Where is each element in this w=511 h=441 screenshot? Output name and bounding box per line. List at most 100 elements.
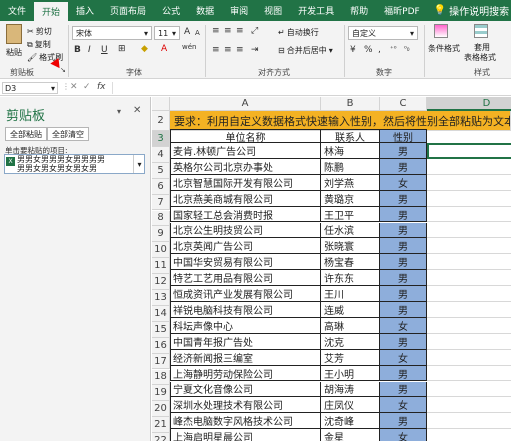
align-middle-icon[interactable]: ≡ [224,26,232,36]
close-icon[interactable]: ✕ [133,105,141,116]
row-header-21[interactable]: 21 [152,417,170,434]
comma-button[interactable]: , [378,45,381,55]
row-header-16[interactable]: 16 [152,337,170,354]
borders-icon[interactable]: ⊞ [118,44,126,54]
gender-cell[interactable]: 男 [380,413,427,430]
row-header-13[interactable]: 13 [152,290,170,306]
increase-decimal-icon[interactable]: ⁺⁰ [390,45,397,53]
gender-cell[interactable]: 男 [380,158,427,175]
enter-icon[interactable]: ✓ [83,82,91,92]
gender-cell[interactable]: 女 [380,429,427,441]
company-name-cell[interactable]: 中国华安贸易有限公司 [170,254,321,271]
contact-cell[interactable]: 林海 [321,143,380,159]
empty-cell[interactable] [427,397,511,414]
currency-icon[interactable]: ¥ [350,45,356,55]
gender-cell[interactable]: 男 [380,254,427,271]
gender-cell[interactable]: 女 [380,174,427,191]
gender-cell[interactable]: 男 [380,206,427,223]
row-header-15[interactable]: 15 [152,321,170,338]
row-header-22[interactable]: 22 [152,433,170,441]
contact-cell[interactable]: 金星 [321,429,380,441]
company-name-cell[interactable]: 国家轻工总会消费时报 [170,206,321,223]
shrink-font-button[interactable]: A [195,29,200,37]
empty-cell[interactable] [427,207,511,223]
gender-cell[interactable]: 男 [380,302,427,318]
contact-cell[interactable]: 王小明 [321,365,380,382]
empty-cell[interactable] [427,350,511,366]
contact-cell[interactable]: 沈克 [321,333,380,350]
contact-cell[interactable]: 沈奇峰 [321,413,380,430]
company-name-cell[interactable]: 北京英闻广告公司 [170,238,321,255]
row-header-10[interactable]: 10 [152,242,170,259]
contact-cell[interactable]: 高琳 [321,317,380,334]
column-header-B[interactable]: B [321,97,380,111]
contact-cell[interactable]: 胡海涛 [321,381,380,398]
grow-font-button[interactable]: A [184,27,190,37]
row-header-11[interactable]: 11 [152,258,170,275]
row-header-17[interactable]: 17 [152,353,170,370]
company-name-cell[interactable]: 经济新闻报三编室 [170,349,321,366]
menu-tab-0[interactable]: 文件 [0,0,34,21]
column-header-D[interactable]: D [427,97,511,111]
row-header-2[interactable]: 2 [152,111,170,131]
clear-all-button[interactable]: 全部清空 [47,127,89,141]
row-header-9[interactable]: 9 [152,226,170,243]
column-header-A[interactable]: A [170,97,321,111]
company-name-cell[interactable]: 宁夏文化音像公司 [170,381,321,398]
empty-cell[interactable] [427,366,511,382]
contact-cell[interactable]: 任水滨 [321,222,380,239]
company-name-cell[interactable]: 北京燕美商城有限公司 [170,190,321,207]
company-name-cell[interactable]: 深圳水处理技术有限公司 [170,397,321,414]
font-color-icon[interactable]: A [161,44,167,54]
font-size-select[interactable]: 11 ▾ [154,26,180,40]
row-header-14[interactable]: 14 [152,305,170,322]
company-name-cell[interactable]: 祥锐电脑科技有限公司 [170,302,321,318]
paste-all-button[interactable]: 全部粘贴 [5,127,47,141]
paste-button[interactable]: 粘贴 [6,47,22,58]
company-name-cell[interactable]: 中国青年报广告处 [170,333,321,350]
empty-cell[interactable] [427,382,511,398]
phonetic-icon[interactable]: wén [182,43,196,51]
select-all-corner[interactable] [152,97,170,111]
contact-cell[interactable]: 艾芳 [321,349,380,366]
company-name-cell[interactable]: 麦肯.林顿广告公司 [170,143,321,159]
menu-tab-5[interactable]: 数据 [188,0,222,21]
row-header-8[interactable]: 8 [152,210,170,227]
cancel-icon[interactable]: ✕ [70,82,78,92]
italic-button[interactable]: I [88,45,91,55]
empty-cell[interactable] [427,318,511,334]
underline-button[interactable]: U [101,45,108,55]
empty-cell[interactable] [427,413,511,430]
align-left-icon[interactable]: ≡ [212,45,220,55]
item-dropdown-icon[interactable]: ▾ [133,155,145,173]
row-header-3[interactable]: 3 [152,131,170,147]
menu-tab-6[interactable]: 审阅 [222,0,256,21]
company-name-cell[interactable]: 上海启明星晨公司 [170,429,321,441]
tell-me-search[interactable]: 💡 操作说明搜索 [434,0,509,21]
conditional-format-icon[interactable] [434,24,448,38]
row-header-18[interactable]: 18 [152,369,170,386]
conditional-format-button[interactable]: 条件格式 [428,43,460,54]
gender-cell[interactable]: 男 [380,270,427,287]
empty-cell[interactable] [427,159,511,175]
bold-button[interactable]: B [74,45,81,55]
contact-cell[interactable]: 张晓寰 [321,238,380,255]
merge-center-button[interactable]: ⊟ 合并后居中 ▾ [278,45,333,56]
table-format-button-2[interactable]: 表格格式 [464,52,496,63]
empty-cell[interactable] [427,175,511,191]
contact-cell[interactable]: 许东东 [321,270,380,287]
gender-cell[interactable]: 女 [380,349,427,366]
gender-cell[interactable]: 女 [380,397,427,414]
row-header-4[interactable]: 4 [152,146,170,163]
contact-cell[interactable]: 王川 [321,286,380,302]
menu-tab-8[interactable]: 开发工具 [290,0,342,21]
empty-cell[interactable] [427,302,511,318]
percent-button[interactable]: % [364,45,373,55]
column-header-C[interactable]: C [380,97,427,111]
name-box[interactable]: D3 ▾ [2,82,58,94]
menu-tab-4[interactable]: 公式 [154,0,188,21]
indent-icon[interactable]: ⇥ [251,45,259,55]
align-center-icon[interactable]: ≡ [224,45,232,55]
gender-cell[interactable]: 男 [380,190,427,207]
selected-cell-D3[interactable] [427,143,511,159]
